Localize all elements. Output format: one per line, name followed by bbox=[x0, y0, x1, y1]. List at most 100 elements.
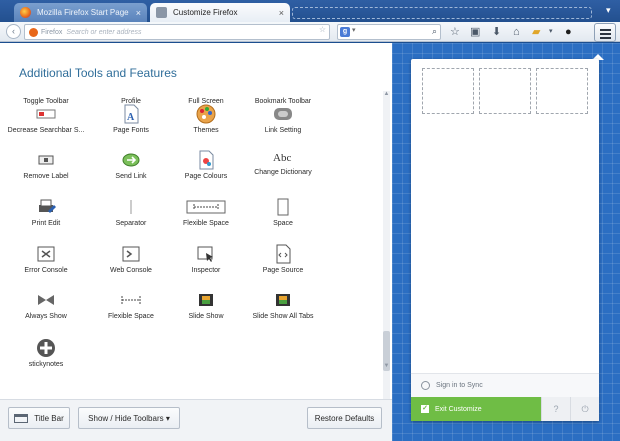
toggle-toolbar-icon bbox=[36, 87, 56, 95]
show-hide-toolbars-label: Show / Hide Toolbars ▾ bbox=[88, 413, 170, 423]
svg-text:A: A bbox=[127, 112, 135, 123]
tab-label: Customize Firefox bbox=[173, 8, 238, 17]
link-setting-icon bbox=[273, 104, 293, 124]
profile-icon bbox=[121, 87, 141, 95]
close-icon[interactable]: × bbox=[279, 8, 284, 18]
tab-strip-drop-zone bbox=[292, 7, 592, 19]
chevron-down-icon[interactable]: ▾ bbox=[549, 26, 553, 38]
print-edit-icon bbox=[36, 197, 56, 217]
menu-button[interactable] bbox=[594, 23, 616, 42]
palette-item-print-edit[interactable]: Print Edit bbox=[0, 197, 92, 227]
palette-item-space[interactable]: Space bbox=[237, 197, 329, 227]
url-bar[interactable]: Firefox Search or enter address ☆ bbox=[24, 24, 330, 40]
palette-item-label: Slide Show All Tabs bbox=[252, 313, 314, 320]
hamburger-icon bbox=[600, 29, 611, 31]
exit-customize-button[interactable]: ✓ Exit Customize bbox=[411, 397, 541, 421]
star-bookmark-icon[interactable]: ☆ bbox=[450, 26, 460, 38]
tab-mozilla-start-page[interactable]: Mozilla Firefox Start Page × bbox=[14, 3, 147, 22]
palette-item-label: stickynotes bbox=[28, 361, 64, 368]
palette-item-toggle-toolbar[interactable]: Toggle Toolbar bbox=[0, 87, 92, 105]
tab-customize-firefox[interactable]: Customize Firefox × bbox=[150, 3, 290, 22]
search-input[interactable]: g ▾ ⌕ bbox=[337, 24, 441, 40]
restore-defaults-button[interactable]: Restore Defaults bbox=[307, 407, 382, 429]
quit-button[interactable]: ⏻ bbox=[570, 397, 599, 421]
customize-footer: Title Bar Show / Hide Toolbars ▾ Restore… bbox=[0, 399, 392, 441]
palette-item-label: Link Setting bbox=[264, 127, 302, 134]
themes-palette-icon bbox=[196, 104, 216, 124]
back-button[interactable]: ‹ bbox=[6, 24, 21, 39]
palette-item-label: Space bbox=[273, 220, 293, 227]
close-icon[interactable]: × bbox=[136, 8, 141, 18]
decrease-searchbar-icon bbox=[36, 104, 56, 124]
sign-in-sync-label: Sign in to Sync bbox=[436, 382, 483, 389]
extension-icon[interactable]: ● bbox=[565, 26, 572, 38]
slide-show-icon bbox=[196, 290, 216, 310]
checkmark-icon: ✓ bbox=[421, 405, 429, 413]
reader-icon[interactable]: ▣ bbox=[470, 26, 480, 38]
window-control-icon[interactable]: ▾ bbox=[606, 5, 616, 15]
home-icon[interactable]: ⌂ bbox=[513, 26, 520, 38]
title-bar-icon bbox=[14, 413, 29, 423]
menu-panel-empty-slot[interactable] bbox=[422, 68, 474, 114]
help-button[interactable]: ? bbox=[541, 397, 570, 421]
error-console-icon bbox=[36, 244, 56, 264]
sync-icon bbox=[421, 381, 430, 390]
page-colours-icon bbox=[196, 150, 216, 170]
show-hide-toolbars-button[interactable]: Show / Hide Toolbars ▾ bbox=[78, 407, 180, 429]
chevron-down-icon[interactable]: ▾ bbox=[352, 26, 356, 34]
menu-panel-empty-slot[interactable] bbox=[536, 68, 588, 114]
bookmark-star-icon[interactable]: ☆ bbox=[319, 25, 326, 34]
navigation-toolbar: ‹ Firefox Search or enter address ☆ g ▾ … bbox=[0, 22, 620, 42]
folder-icon[interactable]: ▰ bbox=[532, 26, 540, 38]
page-fonts-icon: A bbox=[121, 104, 141, 124]
palette-item-bookmark-toolbar[interactable]: Bookmark Toolbar bbox=[237, 87, 329, 105]
title-bar-button[interactable]: Title Bar bbox=[8, 407, 70, 429]
search-icon[interactable]: ⌕ bbox=[432, 26, 437, 37]
palette-item-label: Change Dictionary bbox=[254, 169, 312, 176]
tab-label: Mozilla Firefox Start Page bbox=[37, 8, 129, 17]
download-icon[interactable]: ⬇ bbox=[492, 26, 501, 38]
customize-palette: Additional Tools and Features Toggle Too… bbox=[0, 43, 392, 441]
inspector-icon bbox=[196, 244, 216, 264]
customize-page-icon bbox=[156, 7, 167, 18]
firefox-identity-icon bbox=[29, 27, 38, 37]
flexible-space-small-icon bbox=[121, 290, 141, 310]
restore-defaults-label: Restore Defaults bbox=[314, 413, 375, 423]
palette-item-label: Remove Label bbox=[23, 173, 69, 180]
flexible-space-icon bbox=[186, 197, 226, 217]
scroll-up-icon[interactable]: ▲ bbox=[383, 91, 390, 97]
tab-strip: Mozilla Firefox Start Page × Customize F… bbox=[0, 0, 620, 22]
firefox-logo-icon bbox=[20, 7, 31, 18]
palette-item-remove-label[interactable]: Remove Label bbox=[0, 150, 92, 180]
google-engine-icon[interactable]: g bbox=[340, 27, 350, 37]
palette-item-page-source[interactable]: Page Source bbox=[237, 244, 329, 274]
exit-customize-label: Exit Customize bbox=[435, 405, 482, 413]
always-show-icon bbox=[36, 290, 56, 310]
palette-item-link-setting[interactable]: Link Setting bbox=[237, 104, 329, 134]
palette-item-label: Page Source bbox=[262, 267, 304, 274]
scroll-down-icon[interactable]: ▼ bbox=[383, 363, 390, 369]
web-console-icon bbox=[121, 244, 141, 264]
palette-item-label: Always Show bbox=[25, 313, 67, 320]
palette-item-decrease-searchbar[interactable]: Decrease Searchbar S... bbox=[0, 104, 92, 134]
palette-item-label: Print Edit bbox=[31, 220, 61, 227]
bookmark-toolbar-icon bbox=[273, 87, 293, 95]
palette-item-always-show[interactable]: Always Show bbox=[0, 290, 92, 320]
menu-panel-empty-slot[interactable] bbox=[479, 68, 531, 114]
palette-item-error-console[interactable]: Error Console bbox=[0, 244, 92, 274]
separator-icon bbox=[121, 197, 141, 217]
sign-in-sync-button[interactable]: Sign in to Sync bbox=[411, 373, 599, 397]
slide-show-all-icon bbox=[273, 290, 293, 310]
svg-text:Abc: Abc bbox=[273, 152, 291, 164]
menu-panel-footer: ✓ Exit Customize ? ⏻ bbox=[411, 397, 599, 421]
full-screen-icon bbox=[196, 87, 216, 95]
dictionary-icon: Abc bbox=[273, 146, 293, 166]
palette-item-change-dictionary[interactable]: Abc Change Dictionary bbox=[237, 146, 329, 176]
stickynotes-icon bbox=[36, 338, 56, 358]
menu-panel: Sign in to Sync ✓ Exit Customize ? ⏻ bbox=[411, 59, 599, 421]
palette-item-slide-show-all-tabs[interactable]: Slide Show All Tabs bbox=[237, 290, 329, 320]
page-source-icon bbox=[273, 244, 293, 264]
identity-label: Firefox bbox=[41, 28, 63, 36]
palette-item-stickynotes[interactable]: stickynotes bbox=[0, 338, 92, 368]
palette-items: Toggle Toolbar Profile Full Screen Bookm… bbox=[0, 87, 382, 409]
